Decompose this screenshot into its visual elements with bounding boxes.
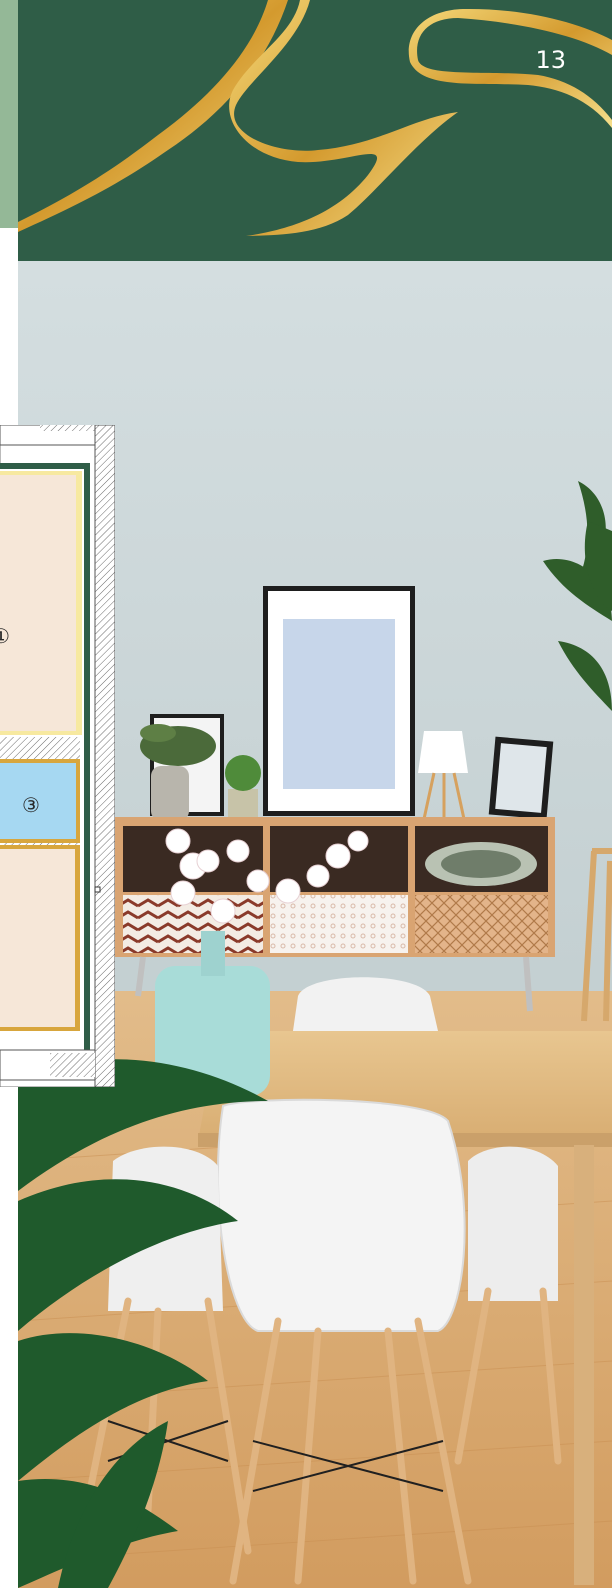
gold-swirl-icon xyxy=(18,0,612,236)
room-marker-1: ① xyxy=(0,624,10,648)
page-number: 13 xyxy=(535,46,566,74)
floor-plan-drawing: ① ③ xyxy=(0,424,116,1088)
floor-plan: ① ③ xyxy=(0,424,116,1088)
room-marker-3: ③ xyxy=(22,793,40,817)
side-accent-strip xyxy=(0,0,18,228)
header-band: 13 xyxy=(18,0,612,261)
